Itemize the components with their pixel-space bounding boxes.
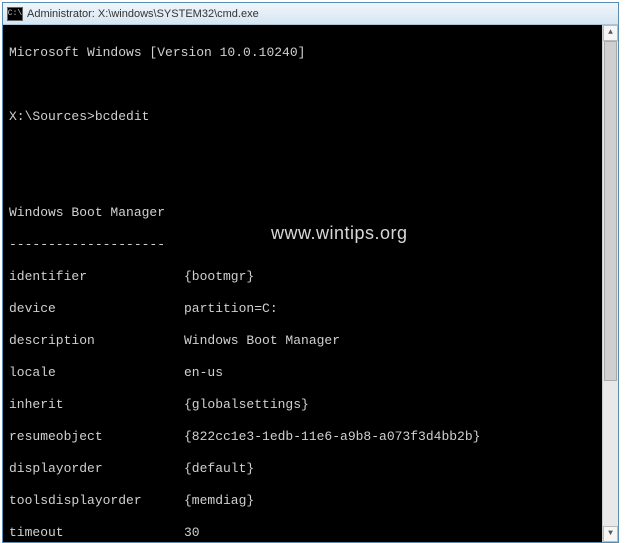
scrollbar-thumb[interactable]: [604, 41, 617, 381]
prompt: X:\Sources>: [9, 109, 95, 125]
kv-row: toolsdisplayorder{memdiag}: [9, 493, 612, 509]
kv-row: timeout30: [9, 525, 612, 541]
titlebar[interactable]: C:\ Administrator: X:\windows\SYSTEM32\c…: [3, 3, 618, 25]
cmd-window: C:\ Administrator: X:\windows\SYSTEM32\c…: [2, 2, 619, 543]
version-line: Microsoft Windows [Version 10.0.10240]: [9, 45, 612, 61]
scroll-down-button[interactable]: ▼: [603, 526, 618, 542]
kv-key: resumeobject: [9, 429, 184, 445]
command: bcdedit: [95, 109, 150, 125]
kv-key: toolsdisplayorder: [9, 493, 184, 509]
kv-val: {globalsettings}: [184, 397, 309, 413]
kv-row: devicepartition=C:: [9, 301, 612, 317]
scrollbar-track[interactable]: [603, 41, 618, 526]
kv-key: description: [9, 333, 184, 349]
blank-line: [9, 173, 612, 189]
blank-line: [9, 141, 612, 157]
kv-key: displayorder: [9, 461, 184, 477]
kv-val: {822cc1e3-1edb-11e6-a9b8-a073f3d4bb2b}: [184, 429, 480, 445]
kv-row: inherit{globalsettings}: [9, 397, 612, 413]
prompt-line-1: X:\Sources>bcdedit: [9, 109, 612, 125]
kv-val: partition=C:: [184, 301, 278, 317]
section-header: Windows Boot Manager: [9, 205, 612, 221]
kv-val: {memdiag}: [184, 493, 254, 509]
kv-row: identifier{bootmgr}: [9, 269, 612, 285]
vertical-scrollbar[interactable]: ▲ ▼: [602, 25, 618, 542]
kv-row: descriptionWindows Boot Manager: [9, 333, 612, 349]
kv-key: locale: [9, 365, 184, 381]
blank-line: [9, 77, 612, 93]
kv-key: inherit: [9, 397, 184, 413]
kv-key: identifier: [9, 269, 184, 285]
cmd-icon: C:\: [7, 7, 23, 21]
window-title: Administrator: X:\windows\SYSTEM32\cmd.e…: [27, 8, 259, 20]
kv-key: device: [9, 301, 184, 317]
kv-val: en-us: [184, 365, 223, 381]
kv-val: {bootmgr}: [184, 269, 254, 285]
kv-row: displayorder{default}: [9, 461, 612, 477]
kv-row: resumeobject{822cc1e3-1edb-11e6-a9b8-a07…: [9, 429, 612, 445]
kv-val: 30: [184, 525, 200, 541]
kv-val: Windows Boot Manager: [184, 333, 340, 349]
kv-key: timeout: [9, 525, 184, 541]
kv-row: localeen-us: [9, 365, 612, 381]
kv-val: {default}: [184, 461, 254, 477]
terminal-output[interactable]: Microsoft Windows [Version 10.0.10240] X…: [3, 25, 618, 542]
watermark-text: www.wintips.org: [271, 225, 408, 241]
scroll-up-button[interactable]: ▲: [603, 25, 618, 41]
